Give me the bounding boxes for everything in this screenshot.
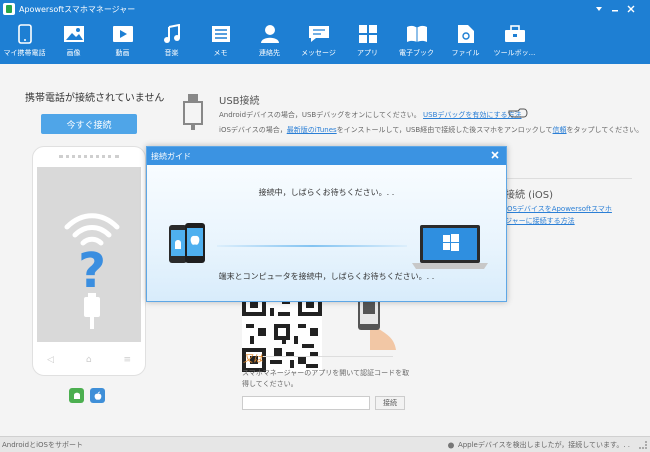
close-icon <box>491 151 499 159</box>
memo-icon <box>210 23 232 45</box>
dialog-title-bar: 接続ガイド <box>147 147 506 165</box>
tool-label: アプリ <box>357 49 378 57</box>
tool-label: ツールボッ... <box>493 49 536 57</box>
trust-link[interactable]: 信頼 <box>553 126 567 134</box>
dialog-title: 接続ガイド <box>151 151 191 161</box>
main-toolbar: マイ携帯電話 画像 動画 音楽 メモ 連絡先 メッセージ アプリ 電子ブック フ… <box>0 18 650 64</box>
tool-files[interactable]: ファイル <box>441 18 490 64</box>
status-detect-text: Appleデバイスを検出しましたが，接続しています。. . <box>457 441 630 449</box>
tool-videos[interactable]: 動画 <box>98 18 147 64</box>
connect-now-button[interactable]: 今すぐ接続 <box>41 114 137 134</box>
section-divider <box>507 178 632 179</box>
window-menu-icon[interactable] <box>592 2 606 16</box>
phone-nav-keys: ◁ ⌂ ≡ <box>47 355 131 365</box>
tool-toolbox[interactable]: ツールボッ... <box>490 18 539 64</box>
usb-ios-text-post: をタップしてください。 <box>566 126 644 134</box>
status-support-text: AndroidとiOSをサポート <box>2 441 83 449</box>
tool-pictures[interactable]: 画像 <box>49 18 98 64</box>
apple-icon <box>90 388 105 403</box>
usb-android-text: Androidデバイスの場合，USBデバッグをオンにしてください。 <box>219 111 421 119</box>
usb-connection-title: USB接続 <box>219 96 260 107</box>
phone-screen: ? <box>37 167 141 342</box>
home-key-icon: ⌂ <box>85 355 92 365</box>
or-divider <box>263 356 393 357</box>
tool-ebooks[interactable]: 電子ブック <box>392 18 441 64</box>
picture-icon <box>63 23 85 45</box>
ebook-icon <box>406 23 428 45</box>
connection-beam <box>217 245 407 247</box>
usb-ios-instruction: iOSデバイスの場合，最新版のiTunesをインストールして，USB経由で接続し… <box>219 125 643 135</box>
resize-grip-icon[interactable] <box>639 441 647 449</box>
laptop-icon <box>410 223 490 271</box>
wifi-howto-link-line2[interactable]: ジャーに接続する方法 <box>505 216 575 226</box>
auth-connect-button[interactable]: 接続 <box>375 396 405 410</box>
contact-icon <box>259 23 281 45</box>
connection-guide-dialog: 接続ガイド 接続中，しばらくお待ちください。. . 端末とコンピュータを接続中，… <box>146 146 507 302</box>
tool-my-phone[interactable]: マイ携帯電話 <box>0 18 49 64</box>
usb-debug-link[interactable]: USBデバッグを有効にする方法 <box>423 111 521 119</box>
tool-label: 画像 <box>66 49 81 57</box>
title-bar: Apowersoftスマホマネージャー <box>0 0 650 18</box>
video-icon <box>112 23 134 45</box>
phone-icon <box>14 23 36 45</box>
not-connected-title: 携帯電話が接続されていません <box>25 93 165 104</box>
wifi-question-icon: ? <box>64 213 120 329</box>
tool-label: 音楽 <box>164 49 179 57</box>
usb-android-instruction: Androidデバイスの場合，USBデバッグをオンにしてください。 USBデバッ… <box>219 110 522 120</box>
svg-text:?: ? <box>78 243 106 299</box>
close-window-button[interactable] <box>624 2 638 16</box>
tool-label: 連絡先 <box>259 49 280 57</box>
tool-contacts[interactable]: 連絡先 <box>245 18 294 64</box>
tool-messages[interactable]: メッセージ <box>294 18 343 64</box>
tool-label: 電子ブック <box>399 49 434 57</box>
dialog-close-button[interactable] <box>488 148 502 162</box>
music-icon <box>161 23 183 45</box>
devices-icon <box>167 221 211 267</box>
apps-icon <box>357 23 379 45</box>
auth-code-input[interactable] <box>242 396 370 410</box>
minimize-button[interactable] <box>608 2 622 16</box>
android-icon <box>69 388 84 403</box>
tool-music[interactable]: 音楽 <box>147 18 196 64</box>
phone-speaker <box>59 155 119 158</box>
status-bar: AndroidとiOSをサポート Appleデバイスを検出しましたが，接続してい… <box>0 436 650 452</box>
status-detect: Appleデバイスを検出しましたが，接続しています。. . <box>447 440 630 450</box>
phone-illustration: ? ◁ ⌂ ≡ <box>32 146 146 376</box>
tool-label: マイ携帯電話 <box>3 49 46 57</box>
auth-code-instruction: スマホマネージャーのアプリを開いて認証コードを取得してください。 <box>242 369 410 388</box>
toolbox-icon <box>504 23 526 45</box>
usb-ios-text-pre: iOSデバイスの場合， <box>219 126 287 134</box>
tool-label: メモ <box>213 49 228 57</box>
itunes-link[interactable]: 最新版のiTunes <box>287 126 337 134</box>
window-title: Apowersoftスマホマネージャー <box>19 4 136 14</box>
file-icon <box>455 23 477 45</box>
tool-label: ファイル <box>451 49 480 57</box>
back-key-icon: ◁ <box>47 355 54 365</box>
menu-key-icon: ≡ <box>123 355 131 365</box>
message-icon <box>308 23 330 45</box>
tool-memo[interactable]: メモ <box>196 18 245 64</box>
wifi-howto-link-line1[interactable]: iOSデバイスをApowersoftスマホ <box>505 204 612 214</box>
os-icons <box>69 388 105 403</box>
tool-apps[interactable]: アプリ <box>343 18 392 64</box>
tool-label: メッセージ <box>301 49 336 57</box>
connecting-message: 接続中，しばらくお待ちください。. . <box>258 188 395 197</box>
usb-ios-text-mid: をインストールして，USB経由で接続した後スマホをアンロックして <box>336 126 553 134</box>
app-logo-icon <box>3 3 15 15</box>
connecting-detail-message: 端末とコンピュータを接続中，しばらくお待ちください。. . <box>218 272 435 281</box>
wifi-connection-title: 接続 (iOS) <box>505 190 553 201</box>
or-label: 又は <box>243 354 263 365</box>
pointing-hand-icon <box>508 106 528 118</box>
usb-cable-icon <box>182 94 204 130</box>
dialog-body: 接続中，しばらくお待ちください。. . 端末とコンピュータを接続中，しばらくお待… <box>147 165 506 301</box>
tool-label: 動画 <box>115 49 130 57</box>
apple-status-icon <box>447 442 454 449</box>
